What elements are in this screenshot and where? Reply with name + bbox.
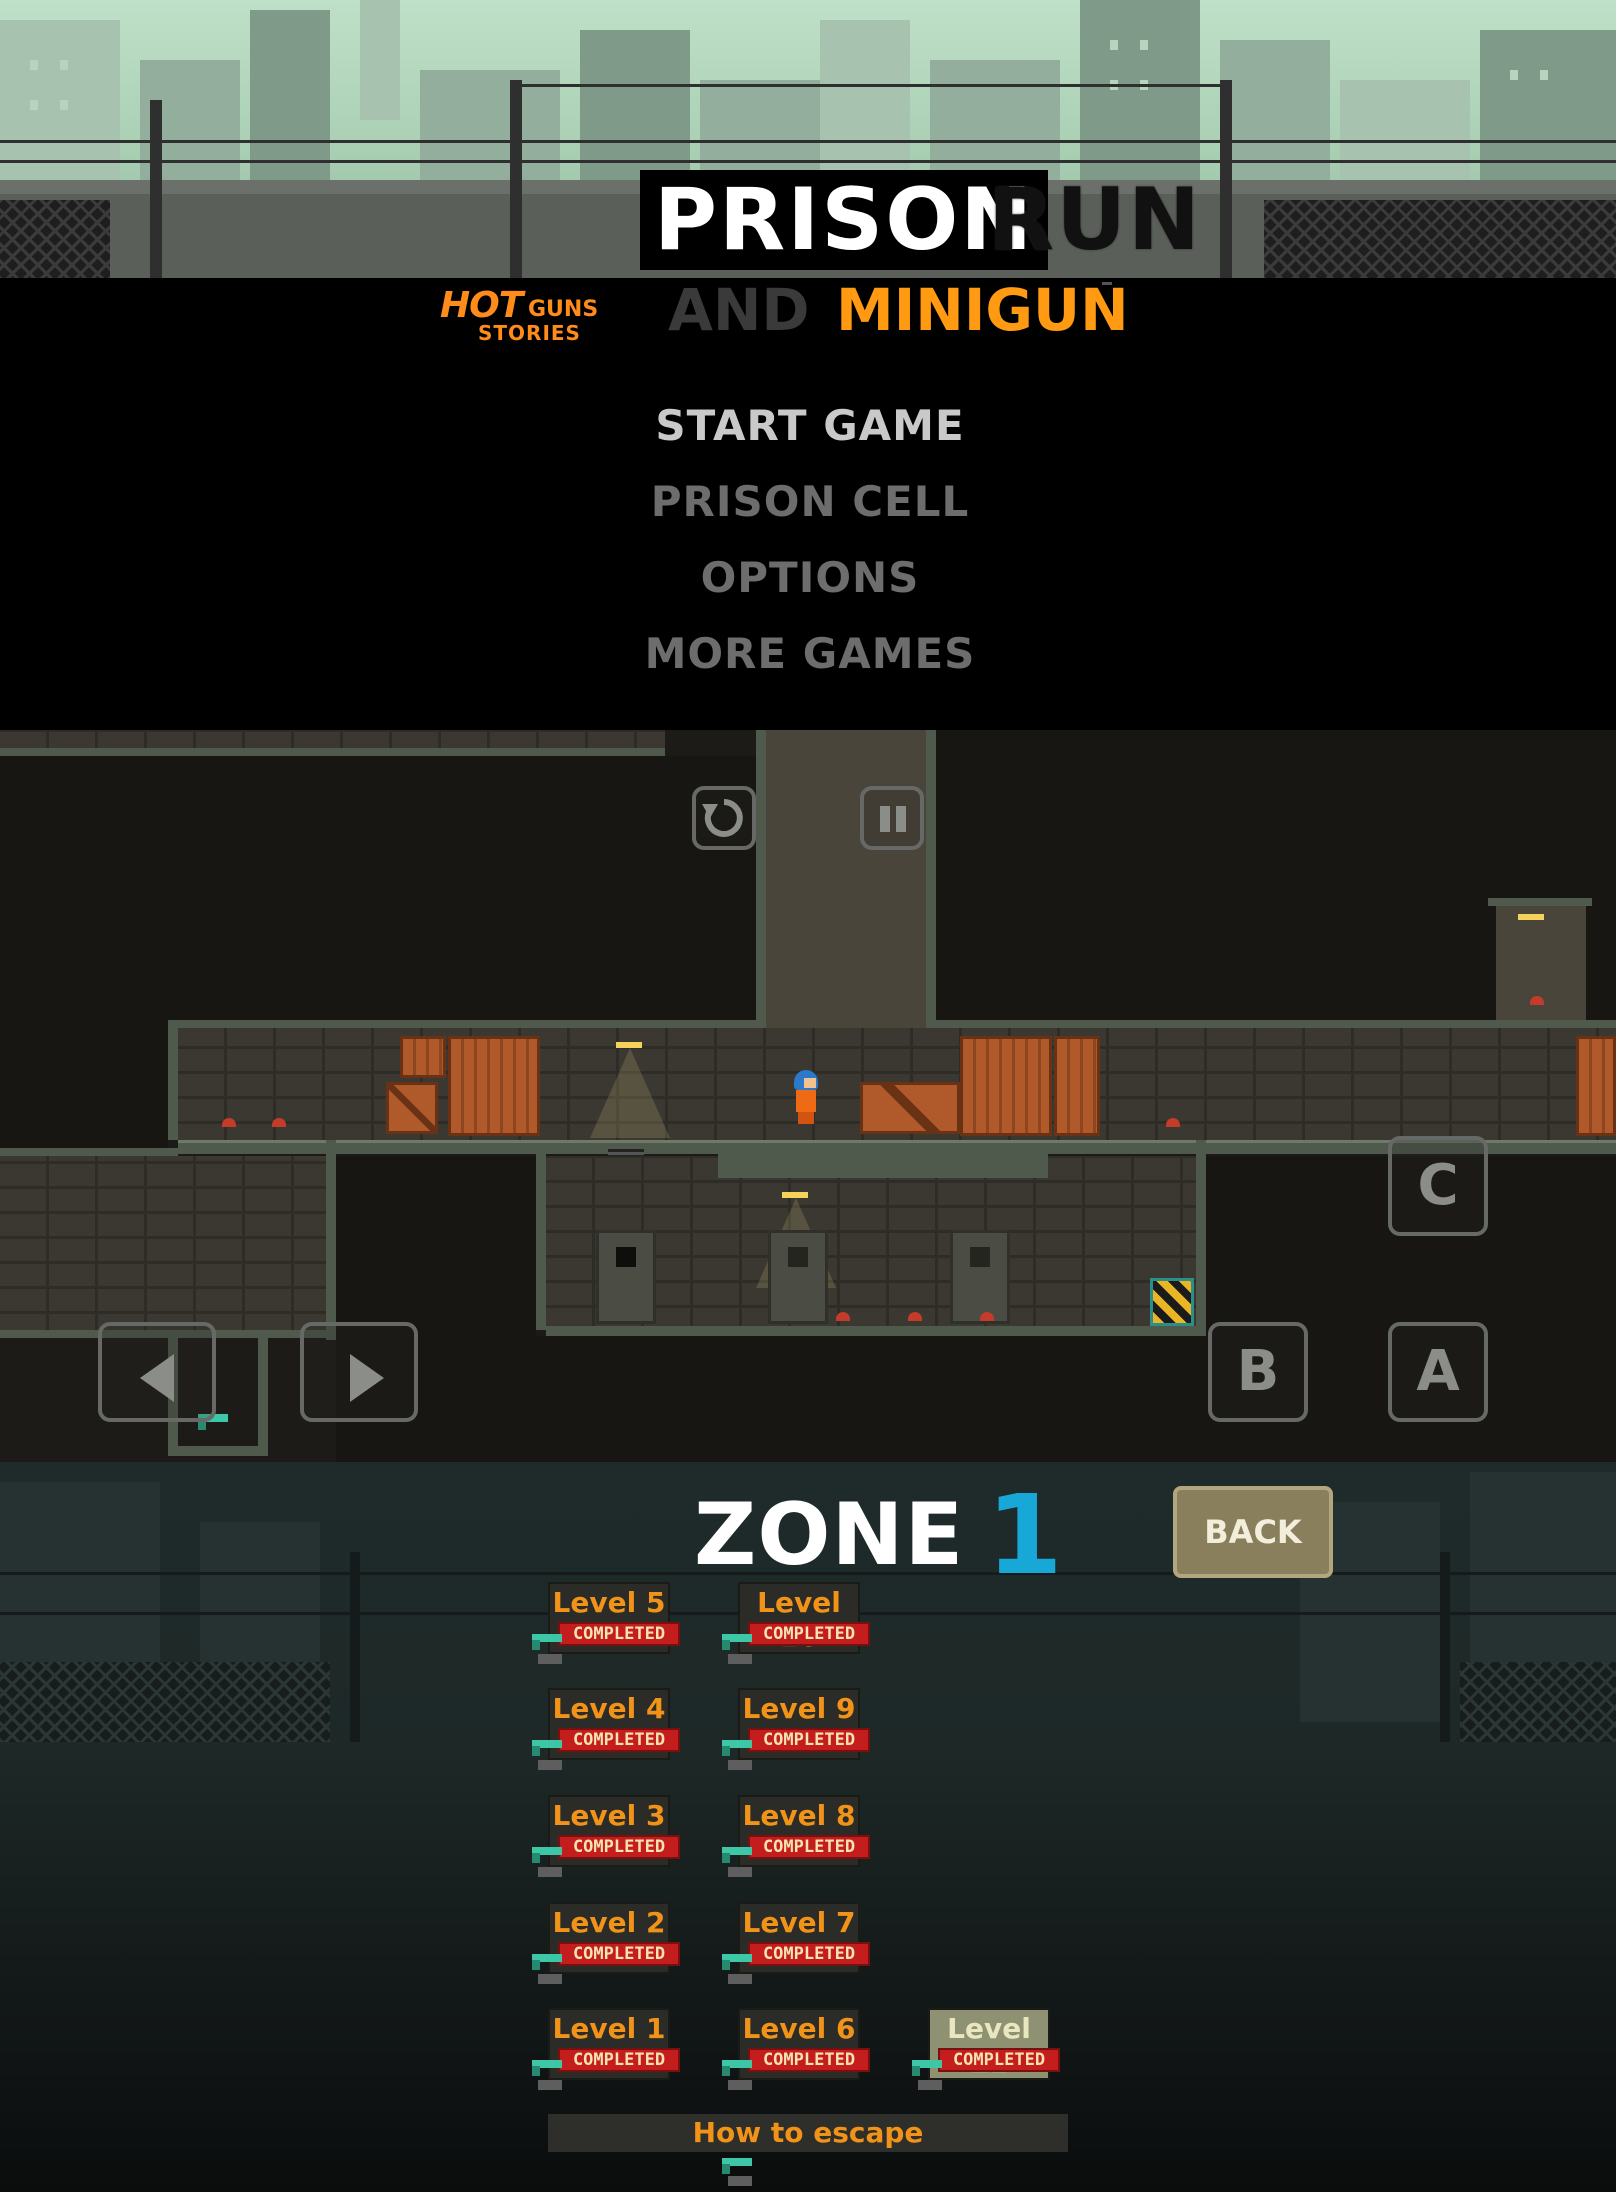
level-label: Level 7 [742,1906,856,1939]
crate [386,1082,438,1134]
level-label: Level 9 [742,1692,856,1725]
alarm-light [1530,996,1544,1005]
zone-number: 1 [986,1471,1063,1599]
minigun-icon [530,1950,564,1984]
level-card-7[interactable]: Level 7 COMPLETED [720,1902,870,1992]
crate [1054,1036,1100,1136]
minigun-icon [720,1630,754,1664]
crate [860,1082,960,1134]
vertical-shaft [766,730,926,1030]
cell-door-open [596,1230,656,1324]
completed-badge: COMPLETED [748,1835,870,1859]
crate [1576,1036,1616,1136]
exit-hazard-door [1150,1278,1194,1326]
game-title-run: RUN [988,170,1203,270]
level-label: Level 3 [552,1799,666,1832]
game-title-minigun: MINIGUN [836,276,1129,344]
completed-badge: COMPLETED [558,1622,680,1646]
level-card-6[interactable]: Level 6 COMPLETED [720,2008,870,2098]
minigun-icon [720,1950,754,1984]
completed-badge: COMPLETED [748,1622,870,1646]
level-label: Level 1 [552,2012,666,2045]
completed-badge: COMPLETED [558,2048,680,2072]
logo-guns-text: GUNS [528,297,599,322]
move-left-button[interactable] [98,1322,216,1422]
cell-door [768,1230,828,1324]
completed-badge: COMPLETED [748,2048,870,2072]
pause-button[interactable] [860,786,924,850]
level-card-11[interactable]: Level 11 COMPLETED [910,2008,1060,2098]
player-prisoner [792,1070,820,1124]
level-label: Level 5 [552,1586,666,1619]
level-card-1[interactable]: Level 1 COMPLETED [530,2008,680,2098]
menu-options[interactable]: OPTIONS [600,550,1020,606]
logo-hot-text: HOT [440,285,523,326]
title-screen: PRISON RUN AND MINIGUN HOT GUNS STORIES … [0,0,1616,730]
chainlink-fence-right [1264,200,1616,280]
completed-badge: COMPLETED [558,1942,680,1966]
minigun-icon [720,2056,754,2090]
completed-badge: COMPLETED [558,1728,680,1752]
level-label: Level 6 [742,2012,856,2045]
move-right-button[interactable] [300,1322,418,1422]
minigun-icon [530,1630,564,1664]
minigun-icon [720,2154,754,2186]
level-label: Level 4 [552,1692,666,1725]
hotguns-stories-logo: HOT GUNS STORIES [440,286,615,346]
c-button[interactable]: C [1388,1136,1488,1236]
crate [448,1036,540,1136]
logo-stories-text: STORIES [478,321,581,345]
back-button[interactable]: BACK [1173,1486,1333,1578]
level-card-5[interactable]: Level 5 COMPLETED [530,1582,680,1672]
crate [960,1036,1052,1136]
menu-more-games[interactable]: MORE GAMES [600,626,1020,682]
minigun-icon [720,1843,754,1877]
minigun-icon [720,1736,754,1770]
menu-prison-cell[interactable]: PRISON CELL [600,474,1020,530]
level-card-2[interactable]: Level 2 COMPLETED [530,1902,680,1992]
crate [400,1036,446,1078]
level-label: Level 8 [742,1799,856,1832]
arrow-left-icon [140,1354,174,1402]
restart-icon [702,799,743,837]
completed-badge: COMPLETED [748,1942,870,1966]
cell-door [950,1230,1010,1324]
minigun-icon [530,1843,564,1877]
arrow-right-icon [350,1354,384,1402]
level-card-3[interactable]: Level 3 COMPLETED [530,1795,680,1885]
level-card-4[interactable]: Level 4 COMPLETED [530,1688,680,1778]
minigun-icon [910,2056,944,2090]
level-card-10[interactable]: Level 10 COMPLETED [720,1582,870,1672]
completed-badge: COMPLETED [748,1728,870,1752]
a-button[interactable]: A [1388,1322,1488,1422]
b-button[interactable]: B [1208,1322,1308,1422]
level-select-screen: ZONE 1 BACK Level 5 COMPLETED Level 4 COM… [0,1462,1616,2192]
minigun-icon [530,1736,564,1770]
completed-badge: COMPLETED [938,2048,1060,2072]
game-title-and: AND [668,276,810,344]
menu-start-game[interactable]: START GAME [600,398,1020,454]
level-card-9[interactable]: Level 9 COMPLETED [720,1688,870,1778]
chainlink-fence-left [0,200,110,280]
zone-label: ZONE [694,1485,965,1585]
how-to-escape-button[interactable]: How to escape [548,2114,1068,2152]
level-card-8[interactable]: Level 8 COMPLETED [720,1795,870,1885]
zone-title: ZONE 1 [694,1480,1063,1590]
minigun-icon [530,2056,564,2090]
level-label: Level 2 [552,1906,666,1939]
gameplay-screen: C B A [0,730,1616,1462]
restart-button[interactable] [692,786,756,850]
ceiling-lamp [1518,914,1544,920]
completed-badge: COMPLETED [558,1835,680,1859]
